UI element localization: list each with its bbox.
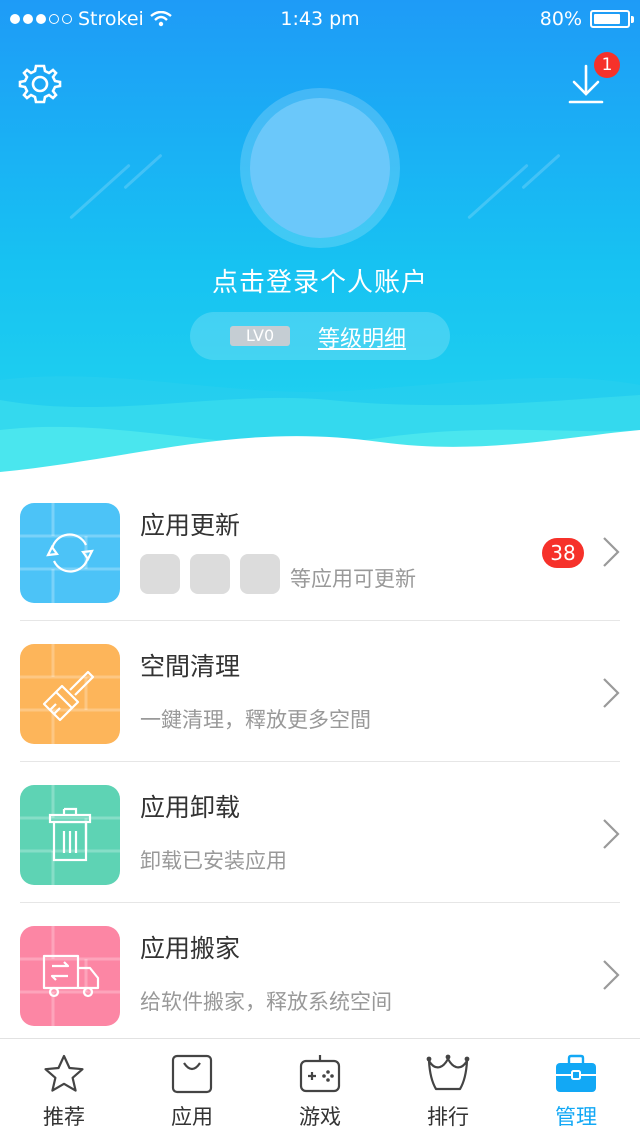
tab-bar: 推荐 应用 游戏 排行 管理	[0, 1038, 640, 1136]
status-bar: Strokei 1:43 pm 80%	[0, 0, 640, 40]
chevron-right-icon	[603, 678, 620, 708]
chevron-right-icon	[603, 537, 620, 567]
list-item-title: 应用更新	[140, 511, 241, 540]
list-item-subtitle: 一鍵清理，釋放更多空間	[140, 708, 371, 732]
chevron-right-icon	[603, 819, 620, 849]
tab-label: 排行	[427, 1105, 469, 1129]
update-app-icons	[140, 554, 280, 594]
space-cleanup-tile	[20, 644, 120, 744]
list-item-subtitle: 等应用可更新	[290, 567, 416, 591]
bag-icon	[171, 1054, 213, 1094]
app-icon-placeholder	[190, 554, 230, 594]
level-pill: LV0 等级明细	[190, 312, 450, 360]
list-item-subtitle: 卸载已安装应用	[140, 849, 287, 873]
tab-rankings[interactable]: 排行	[384, 1039, 512, 1136]
decor-streak	[123, 153, 163, 190]
toolbox-icon	[556, 1054, 596, 1092]
avatar-image	[250, 98, 390, 238]
trash-icon	[48, 807, 92, 862]
header-waves	[0, 376, 640, 480]
battery-percent: 80%	[539, 8, 582, 30]
decor-streak	[467, 163, 529, 220]
tab-label: 游戏	[299, 1105, 341, 1129]
list-item-subtitle: 给软件搬家，释放系统空间	[140, 990, 392, 1014]
update-count-badge: 38	[542, 538, 584, 568]
decor-streak	[521, 153, 561, 190]
list-item-title: 应用卸载	[140, 793, 241, 822]
app-icon-placeholder	[240, 554, 280, 594]
tab-apps[interactable]: 应用	[128, 1039, 256, 1136]
list-item-app-move[interactable]: 应用搬家 给软件搬家，释放系统空间	[0, 903, 640, 1044]
star-icon	[44, 1054, 84, 1092]
avatar[interactable]	[240, 88, 400, 248]
gamepad-icon	[299, 1055, 341, 1093]
crown-icon	[426, 1054, 470, 1091]
broom-icon	[42, 670, 95, 722]
battery-icon	[590, 10, 634, 28]
list-item-app-uninstall[interactable]: 应用卸载 卸载已安装应用	[0, 762, 640, 903]
login-prompt[interactable]: 点击登录个人账户	[0, 262, 640, 299]
chevron-right-icon	[603, 960, 620, 990]
tab-manage[interactable]: 管理	[512, 1039, 640, 1136]
list-item-app-update[interactable]: 应用更新 等应用可更新 38	[0, 480, 640, 621]
battery-area: 80%	[539, 8, 634, 30]
refresh-icon	[46, 533, 94, 573]
app-uninstall-tile	[20, 785, 120, 885]
app-move-tile	[20, 926, 120, 1026]
decor-streak	[69, 163, 131, 220]
tab-recommend[interactable]: 推荐	[0, 1039, 128, 1136]
tab-label: 推荐	[43, 1105, 85, 1129]
tab-label: 管理	[555, 1105, 597, 1129]
download-count-badge: 1	[594, 52, 620, 78]
list-item-title: 空間清理	[140, 652, 241, 681]
level-badge: LV0	[230, 326, 290, 346]
list-item-space-cleanup[interactable]: 空間清理 一鍵清理，釋放更多空間	[0, 621, 640, 762]
tab-label: 应用	[171, 1105, 213, 1129]
level-detail-link[interactable]: 等级明细	[318, 321, 406, 353]
profile-header: Strokei 1:43 pm 80% 1 点击登录个人账户 LV0 等级明细	[0, 0, 640, 480]
app-update-tile	[20, 503, 120, 603]
app-icon-placeholder	[140, 554, 180, 594]
moving-truck-icon	[42, 954, 100, 998]
gear-icon[interactable]	[18, 62, 62, 106]
tab-games[interactable]: 游戏	[256, 1039, 384, 1136]
list-item-title: 应用搬家	[140, 934, 241, 963]
